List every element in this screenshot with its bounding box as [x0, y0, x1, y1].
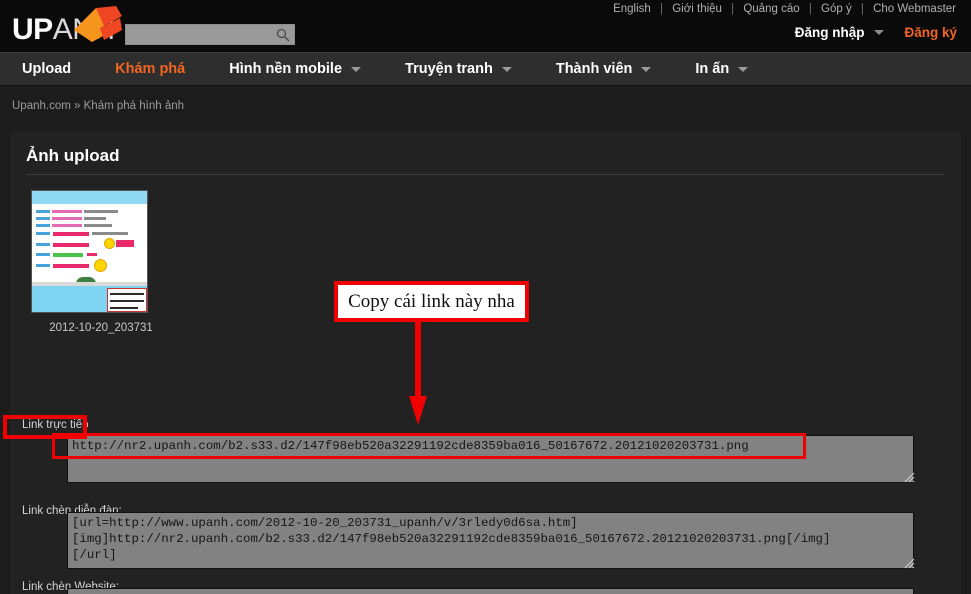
breadcrumb-current: Khám phá hình ảnh — [83, 100, 185, 112]
breadcrumb-separator: » — [74, 100, 81, 112]
down-arrow-annotation-icon — [409, 320, 427, 425]
auth-controls: Đăng nhập Đăng ký — [795, 25, 957, 40]
breadcrumb: Upanh.com » Khám phá hình ảnh — [12, 100, 184, 112]
nav-item-truyen-tranh[interactable]: Truyện tranh — [383, 52, 534, 86]
search-box[interactable] — [125, 24, 295, 45]
nav-item-thanh-vien[interactable]: Thành viên — [534, 52, 674, 86]
utility-link-cho-webmaster[interactable]: Cho Webmaster — [872, 3, 957, 15]
thumb-titlebar-gap — [32, 204, 147, 207]
chevron-down-icon — [738, 66, 749, 72]
nav-label: Truyện tranh — [405, 61, 493, 77]
utility-sep: | — [860, 3, 864, 15]
chevron-down-icon — [501, 66, 512, 72]
utility-link-gop-y[interactable]: Góp ý — [820, 3, 853, 15]
thumb-callout-popup — [107, 288, 147, 312]
utility-sep: | — [660, 3, 663, 15]
annotation-callout-box: Copy cái link này nha — [334, 281, 529, 322]
nav-label: Thành viên — [555, 61, 633, 77]
register-button[interactable]: Đăng ký — [904, 25, 957, 40]
page-title: Ảnh upload — [26, 146, 120, 165]
nav-label: Hình nền mobile — [229, 61, 343, 77]
nav-item-in-an[interactable]: In ấn — [673, 52, 770, 86]
site-logo[interactable]: UPANH — [12, 6, 132, 46]
chevron-down-icon[interactable] — [874, 30, 885, 35]
nav-item-hinh-nen-mobile[interactable]: Hình nền mobile — [207, 52, 383, 86]
content-panel: Ảnh upload 2012-10-20_203731 Link trực t… — [10, 132, 961, 594]
main-navigation: Upload Khám phá Hình nền mobile Truyện t… — [0, 52, 971, 86]
utility-links: English | Giới thiệu | Quảng cáo | Góp ý… — [612, 3, 957, 15]
utility-link-gioi-thieu[interactable]: Giới thiệu — [671, 3, 723, 15]
nav-item-upload[interactable]: Upload — [0, 52, 93, 86]
website-link-input[interactable] — [67, 588, 914, 594]
utility-sep: | — [731, 3, 735, 15]
thumbnail-canvas — [32, 191, 147, 312]
chevron-down-icon — [351, 66, 362, 72]
annotation-callout-text: Copy cái link này nha — [348, 290, 515, 312]
forum-link-input[interactable] — [67, 512, 914, 569]
thumbnail-caption: 2012-10-20_203731 — [49, 322, 153, 334]
nav-label: In ấn — [695, 61, 730, 77]
site-header: UPANH English | Giới thiệu | Quảng cáo |… — [0, 0, 971, 52]
search-input[interactable] — [126, 25, 294, 44]
uploaded-image-thumbnail[interactable] — [31, 190, 148, 313]
thumb-titlebar — [32, 191, 147, 204]
chevron-down-icon — [641, 66, 652, 72]
nav-label: Khám phá — [115, 61, 186, 77]
upload-arrow-logo-icon — [74, 6, 122, 42]
utility-link-quang-cao[interactable]: Quảng cáo — [742, 3, 800, 15]
nav-label: Upload — [22, 61, 72, 77]
red-rectangle-highlight-field — [52, 433, 806, 459]
login-button[interactable]: Đăng nhập — [795, 25, 865, 40]
logo-text-up: UP — [12, 13, 53, 46]
page-root: UPANH English | Giới thiệu | Quảng cáo |… — [0, 0, 971, 594]
nav-item-kham-pha[interactable]: Khám phá — [93, 52, 207, 86]
title-divider — [26, 174, 944, 175]
utility-sep: | — [808, 3, 812, 15]
utility-link-english[interactable]: English — [612, 3, 652, 15]
breadcrumb-root[interactable]: Upanh.com — [12, 100, 71, 112]
